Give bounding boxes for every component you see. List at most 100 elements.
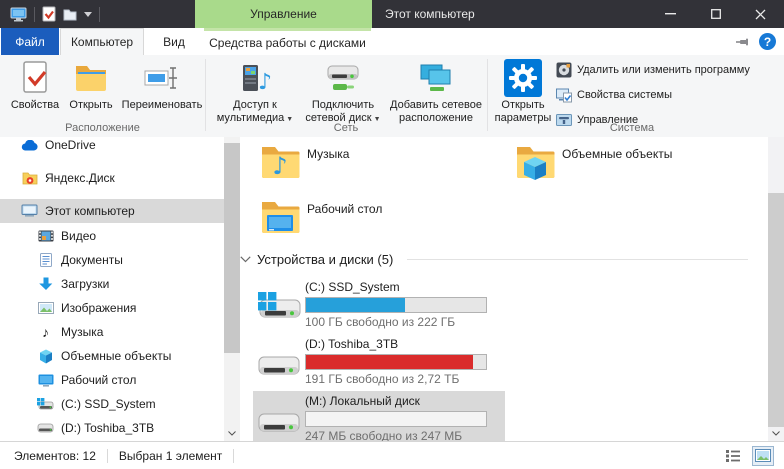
scroll-down-icon[interactable] bbox=[224, 426, 240, 441]
system-drive-icon bbox=[253, 277, 305, 332]
new-folder-qat-icon[interactable] bbox=[63, 8, 77, 21]
open-settings-button[interactable]: Открыть параметры bbox=[492, 60, 554, 125]
sidebar-item-label: Рабочий стол bbox=[61, 373, 136, 387]
tab-disk-tools[interactable]: Средства работы с дисками bbox=[204, 28, 371, 55]
sidebar-item-label: Объемные объекты bbox=[61, 349, 171, 363]
pin-ribbon-icon[interactable] bbox=[736, 37, 749, 47]
properties-qat-icon[interactable] bbox=[42, 6, 56, 22]
thumbnails-view-button[interactable] bbox=[752, 446, 774, 466]
sidebar-item-label: Видео bbox=[61, 229, 96, 243]
drive-name: (D:) Toshiba_3TB bbox=[305, 337, 487, 352]
sidebar-item-drive-c[interactable]: (C:) SSD_System bbox=[0, 392, 224, 416]
drive-tile-m[interactable]: (M:) Локальный диск 247 МБ свободно из 2… bbox=[253, 391, 505, 441]
3d-objects-folder-icon bbox=[508, 139, 562, 183]
items-count: Элементов: 12 bbox=[14, 449, 96, 463]
this-pc-icon[interactable] bbox=[10, 7, 27, 22]
network-location-icon bbox=[418, 60, 454, 96]
free-space-text: 247 МБ свободно из 247 МБ bbox=[305, 429, 487, 441]
sidebar-item-label: Загрузки bbox=[61, 277, 109, 291]
ribbon-tab-row: Файл Компьютер Вид Средства работы с дис… bbox=[0, 28, 784, 55]
desktop-folder-icon bbox=[253, 194, 307, 238]
folder-tile-desktop[interactable]: Рабочий стол bbox=[253, 194, 503, 242]
separator bbox=[233, 449, 234, 463]
minimize-button[interactable] bbox=[648, 0, 693, 28]
this-pc-icon bbox=[21, 204, 38, 218]
window-title: Этот компьютер bbox=[385, 0, 475, 28]
details-view-button[interactable] bbox=[722, 446, 744, 466]
system-drive-icon bbox=[37, 398, 54, 411]
quick-access-toolbar bbox=[10, 0, 100, 28]
yandex-disk-icon bbox=[21, 172, 38, 185]
help-icon[interactable]: ? bbox=[759, 33, 776, 50]
customize-qat-chevron-icon[interactable] bbox=[84, 12, 92, 17]
sidebar-item-pictures[interactable]: Изображения bbox=[0, 296, 224, 320]
main-area: OneDrive Яндекс.Диск Этот компьютер Виде… bbox=[0, 137, 784, 441]
content-scrollbar[interactable] bbox=[768, 137, 784, 441]
sidebar-item-music[interactable]: ♪ Музыка bbox=[0, 320, 224, 344]
sidebar-item-label: Этот компьютер bbox=[45, 204, 135, 218]
sidebar-item-drive-d[interactable]: (D:) Toshiba_3TB bbox=[0, 416, 224, 440]
sidebar-scrollbar[interactable] bbox=[224, 137, 240, 441]
drive-tile-c[interactable]: (C:) SSD_System 100 ГБ свободно из 222 Г… bbox=[253, 277, 505, 332]
system-properties-icon bbox=[556, 87, 572, 103]
system-properties-button[interactable]: Свойства системы bbox=[556, 87, 672, 103]
uninstall-program-button[interactable]: Удалить или изменить программу bbox=[556, 62, 750, 78]
sidebar-item-yandex-disk[interactable]: Яндекс.Диск bbox=[0, 166, 224, 190]
hard-drive-icon bbox=[37, 423, 54, 433]
svg-text:♪: ♪ bbox=[272, 152, 287, 180]
pictures-icon bbox=[37, 302, 54, 314]
tab-view[interactable]: Вид bbox=[148, 28, 200, 55]
sidebar-item-label: Музыка bbox=[61, 325, 103, 339]
system-group-label: Система bbox=[487, 122, 777, 134]
properties-button[interactable]: Свойства bbox=[6, 60, 64, 112]
devices-section-title: Устройства и диски (5) bbox=[257, 252, 393, 267]
media-server-icon: ♪ bbox=[238, 60, 272, 96]
map-network-drive-button[interactable]: Подключить сетевой диск▼ bbox=[300, 60, 386, 126]
sidebar-item-label: OneDrive bbox=[45, 138, 96, 152]
ribbon: Свойства Открыть Переименовать Расположе… bbox=[0, 55, 784, 138]
open-button[interactable]: Открыть bbox=[64, 60, 118, 112]
folder-tile-3d-objects[interactable]: Объемные объекты bbox=[508, 139, 758, 187]
sidebar-item-downloads[interactable]: Загрузки bbox=[0, 272, 224, 296]
hard-drive-icon bbox=[253, 391, 305, 441]
maximize-button[interactable] bbox=[693, 0, 738, 28]
sidebar-item-desktop[interactable]: Рабочий стол bbox=[0, 368, 224, 392]
drive-tile-d[interactable]: (D:) Toshiba_3TB 191 ГБ свободно из 2,72… bbox=[253, 334, 505, 389]
selection-count: Выбран 1 элемент bbox=[119, 449, 222, 463]
sidebar-scrollbar-thumb[interactable] bbox=[224, 143, 240, 353]
devices-section-header[interactable]: Устройства и диски (5) bbox=[240, 249, 752, 269]
open-label: Открыть bbox=[69, 99, 112, 112]
scroll-down-icon[interactable] bbox=[768, 426, 784, 441]
capacity-bar bbox=[305, 411, 487, 427]
sidebar-item-3d-objects[interactable]: Объемные объекты bbox=[0, 344, 224, 368]
rename-label: Переименовать bbox=[122, 99, 203, 112]
free-space-text: 191 ГБ свободно из 2,72 ТБ bbox=[305, 372, 487, 387]
context-tab-manage[interactable]: Управление bbox=[195, 0, 372, 28]
music-folder-icon: ♪ bbox=[253, 139, 307, 183]
collapse-chevron-icon[interactable] bbox=[240, 256, 251, 263]
sidebar-item-label: Яндекс.Диск bbox=[45, 171, 115, 185]
free-space-text: 100 ГБ свободно из 222 ГБ bbox=[305, 315, 487, 330]
onedrive-cloud-icon bbox=[21, 140, 38, 151]
music-note-icon: ♪ bbox=[37, 324, 54, 340]
capacity-bar bbox=[305, 354, 487, 370]
separator bbox=[34, 7, 35, 22]
tab-computer[interactable]: Компьютер bbox=[60, 28, 144, 55]
separator bbox=[107, 449, 108, 463]
media-access-button[interactable]: ♪ Доступ к мультимедиа▼ bbox=[212, 60, 298, 126]
group-separator bbox=[487, 59, 488, 131]
folder-tile-music[interactable]: ♪ Музыка bbox=[253, 139, 503, 187]
cube-3d-icon bbox=[37, 349, 54, 364]
tab-file[interactable]: Файл bbox=[1, 28, 59, 55]
sidebar-item-onedrive[interactable]: OneDrive bbox=[0, 137, 224, 157]
close-button[interactable] bbox=[738, 0, 783, 28]
title-bar: Управление Этот компьютер bbox=[0, 0, 784, 28]
content-scrollbar-thumb[interactable] bbox=[768, 193, 784, 427]
sidebar-item-this-pc[interactable]: Этот компьютер bbox=[0, 199, 224, 223]
sidebar-item-videos[interactable]: Видео bbox=[0, 224, 224, 248]
uninstall-program-icon bbox=[556, 62, 572, 78]
drive-name: (M:) Локальный диск bbox=[305, 394, 487, 409]
rename-button[interactable]: Переименовать bbox=[116, 60, 208, 112]
add-network-location-button[interactable]: Добавить сетевое расположение bbox=[388, 60, 484, 125]
sidebar-item-documents[interactable]: Документы bbox=[0, 248, 224, 272]
